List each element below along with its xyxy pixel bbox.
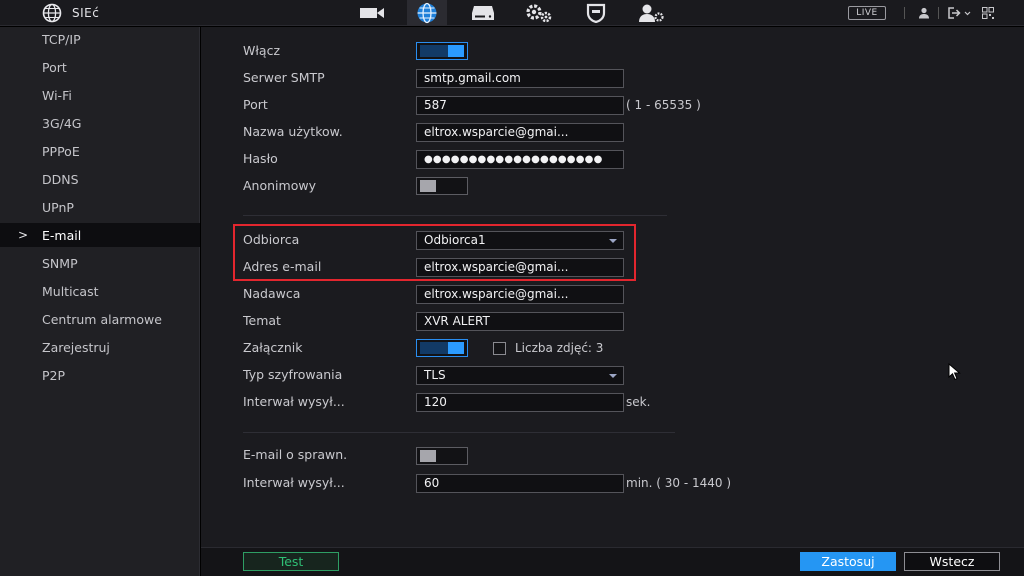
- highlight-box: [233, 224, 636, 281]
- toggle-knob: [448, 45, 464, 57]
- sidebar-item-upnp[interactable]: UPnP: [0, 195, 200, 219]
- sidebar-item-label: 3G/4G: [42, 115, 82, 131]
- shield-icon[interactable]: [576, 0, 616, 26]
- encryption-select[interactable]: TLS: [416, 366, 624, 385]
- toggle-track: [420, 45, 448, 57]
- enable-toggle[interactable]: [416, 42, 468, 60]
- send-interval-label: Interwał wysył...: [243, 394, 345, 409]
- mouse-cursor-icon: [948, 363, 961, 381]
- sidebar-item-label: SNMP: [42, 255, 78, 271]
- sidebar-item-tcpip[interactable]: TCP/IP: [0, 27, 200, 51]
- anonymous-label: Anonimowy: [243, 178, 316, 193]
- camera-icon[interactable]: [352, 0, 392, 26]
- user-icon[interactable]: [918, 5, 930, 21]
- photo-count-checkbox[interactable]: [493, 342, 506, 355]
- smtp-server-input[interactable]: smtp.gmail.com: [416, 69, 624, 88]
- health-interval-unit: min. ( 30 - 1440 ): [626, 476, 732, 490]
- section-divider: [243, 432, 675, 433]
- sidebar-item-snmp[interactable]: SNMP: [0, 251, 200, 275]
- page-title: SIEć: [72, 6, 100, 20]
- sidebar-item-pppoe[interactable]: PPPoE: [0, 139, 200, 163]
- toggle-knob: [448, 342, 464, 354]
- storage-icon[interactable]: [463, 0, 503, 26]
- sender-label: Nadawca: [243, 286, 301, 301]
- network-globe-icon[interactable]: [407, 0, 447, 26]
- sidebar-item-p2p[interactable]: P2P: [0, 363, 200, 387]
- sidebar-item-ddns[interactable]: DDNS: [0, 167, 200, 191]
- back-button[interactable]: Wstecz: [904, 552, 1000, 571]
- sidebar-item-label: Wi-Fi: [42, 87, 72, 103]
- divider: [904, 7, 905, 19]
- toggle-knob: [420, 450, 436, 462]
- sender-input[interactable]: eltrox.wsparcie@gmai...: [416, 285, 624, 304]
- photo-count-label: Liczba zdjęć: 3: [515, 341, 604, 355]
- username-input[interactable]: eltrox.wsparcie@gmai...: [416, 123, 624, 142]
- password-input[interactable]: ●●●●●●●●●●●●●●●●●●●●: [416, 150, 624, 169]
- sidebar-item-label: Multicast: [42, 283, 99, 299]
- toggle-knob: [420, 180, 436, 192]
- smtp-server-label: Serwer SMTP: [243, 70, 325, 85]
- health-email-toggle[interactable]: [416, 447, 468, 465]
- attachment-label: Załącznik: [243, 340, 303, 355]
- health-email-label: E-mail o sprawn.: [243, 447, 348, 462]
- divider: [938, 7, 939, 19]
- sidebar-item-label: P2P: [42, 367, 66, 383]
- toggle-track: [420, 342, 448, 354]
- brand: SIEć: [42, 3, 99, 23]
- test-button[interactable]: Test: [243, 552, 339, 571]
- sidebar-item-label: DDNS: [42, 171, 79, 187]
- encryption-label: Typ szyfrowania: [243, 367, 343, 382]
- port-label: Port: [243, 97, 268, 112]
- chevron-right-icon: >: [18, 228, 29, 242]
- health-interval-label: Interwał wysył...: [243, 475, 345, 490]
- sidebar-item-label: Port: [42, 59, 67, 75]
- logout-icon[interactable]: [948, 5, 972, 21]
- subject-input[interactable]: XVR ALERT: [416, 312, 624, 331]
- sidebar-item-label: E-mail: [42, 227, 82, 243]
- sidebar-item-email[interactable]: > E-mail: [0, 223, 200, 247]
- username-label: Nazwa użytkow.: [243, 124, 343, 139]
- sidebar-item-label: UPnP: [42, 199, 74, 215]
- sidebar-item-3g4g[interactable]: 3G/4G: [0, 111, 200, 135]
- section-divider: [243, 215, 667, 216]
- live-button[interactable]: LIVE: [848, 6, 886, 20]
- sidebar-item-wifi[interactable]: Wi-Fi: [0, 83, 200, 107]
- anonymous-toggle[interactable]: [416, 177, 468, 195]
- sidebar-item-register[interactable]: Zarejestruj: [0, 335, 200, 359]
- sidebar-item-label: Zarejestruj: [42, 339, 110, 355]
- sidebar-item-alarm-center[interactable]: Centrum alarmowe: [0, 307, 200, 331]
- sidebar-item-multicast[interactable]: Multicast: [0, 279, 200, 303]
- network-globe-icon: [42, 3, 62, 23]
- password-label: Hasło: [243, 151, 278, 166]
- health-interval-input[interactable]: 60: [416, 474, 624, 493]
- apply-button[interactable]: Zastosuj: [800, 552, 896, 571]
- enable-label: Włącz: [243, 43, 281, 58]
- attachment-toggle[interactable]: [416, 339, 468, 357]
- top-bar: SIEć LIVE: [0, 0, 1024, 26]
- sidebar-item-label: PPPoE: [42, 143, 80, 159]
- send-interval-input[interactable]: 120: [416, 393, 624, 412]
- send-interval-unit: sek.: [626, 395, 651, 409]
- settings-gears-icon[interactable]: [519, 0, 559, 26]
- sidebar-item-label: Centrum alarmowe: [42, 311, 162, 327]
- port-input[interactable]: 587: [416, 96, 624, 115]
- port-range-hint: ( 1 - 65535 ): [626, 98, 701, 112]
- user-management-icon[interactable]: [632, 0, 672, 26]
- sidebar-item-label: TCP/IP: [42, 31, 81, 47]
- sidebar-item-port[interactable]: Port: [0, 55, 200, 79]
- subject-label: Temat: [243, 313, 281, 328]
- qr-code-icon[interactable]: [982, 5, 994, 21]
